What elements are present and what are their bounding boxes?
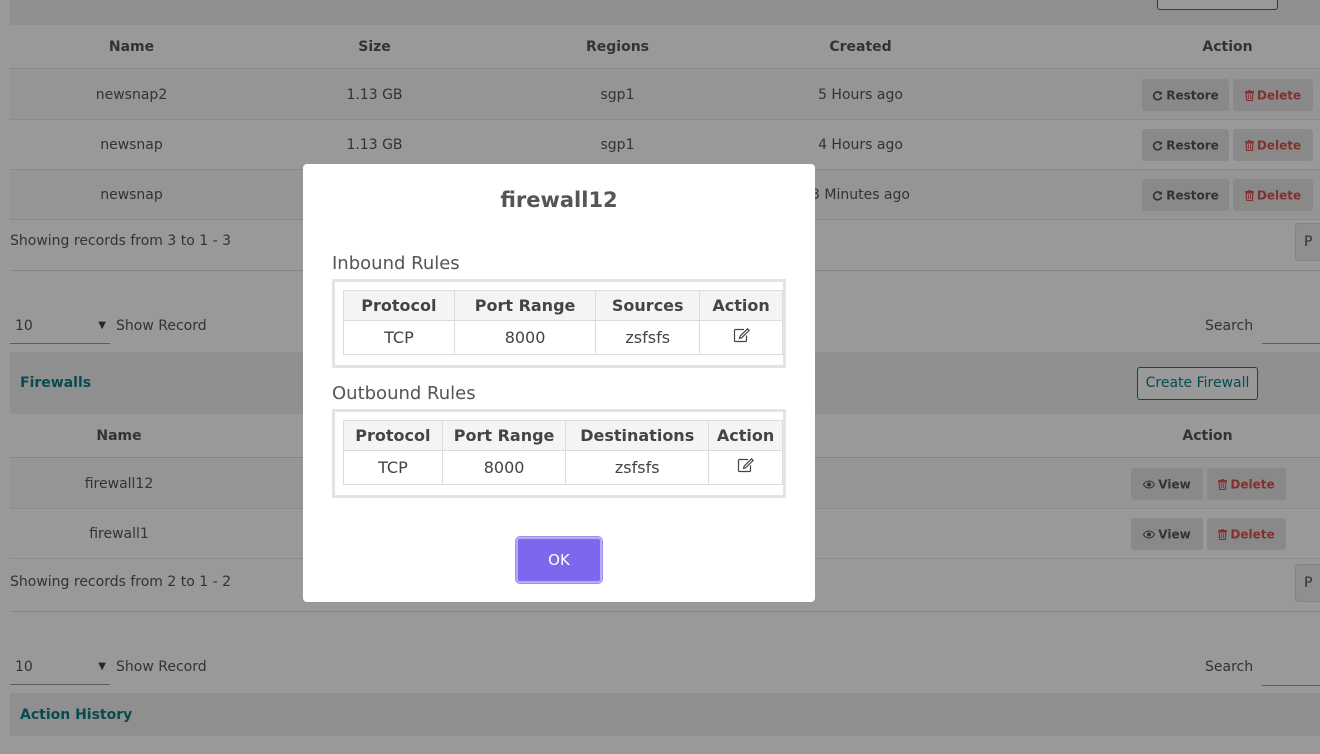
rule-destinations: zsfsfs (565, 450, 710, 485)
inbound-rules-frame: Protocol Port Range Sources Action TCP 8… (332, 279, 786, 368)
ok-button[interactable]: OK (516, 537, 602, 583)
column-header-protocol: Protocol (343, 290, 455, 321)
rule-port-range: 8000 (441, 450, 567, 485)
column-header-port-range: Port Range (441, 420, 567, 451)
column-header-port-range: Port Range (453, 290, 597, 321)
column-header-action: Action (699, 290, 783, 321)
edit-rule-button[interactable] (699, 320, 783, 355)
modal-title: firewall12 (500, 188, 618, 212)
firewall-details-modal: firewall12 Inbound Rules Protocol Port R… (303, 164, 815, 602)
inbound-rules-table: Protocol Port Range Sources Action TCP 8… (343, 290, 783, 355)
inbound-rules-label: Inbound Rules (332, 253, 460, 274)
table-row: TCP 8000 zsfsfs (343, 450, 783, 485)
column-header-protocol: Protocol (343, 420, 443, 451)
rule-protocol: TCP (343, 450, 443, 485)
column-header-sources: Sources (595, 290, 701, 321)
column-header-action: Action (708, 420, 783, 451)
edit-rule-button[interactable] (708, 450, 783, 485)
edit-icon (733, 327, 750, 343)
rule-port-range: 8000 (453, 320, 597, 355)
rule-sources: zsfsfs (595, 320, 701, 355)
outbound-rules-table: Protocol Port Range Destinations Action … (343, 420, 783, 485)
edit-icon (737, 457, 754, 473)
column-header-destinations: Destinations (565, 420, 710, 451)
rule-protocol: TCP (343, 320, 455, 355)
table-row: TCP 8000 zsfsfs (343, 320, 783, 355)
outbound-rules-label: Outbound Rules (332, 383, 476, 404)
outbound-rules-frame: Protocol Port Range Destinations Action … (332, 409, 786, 498)
